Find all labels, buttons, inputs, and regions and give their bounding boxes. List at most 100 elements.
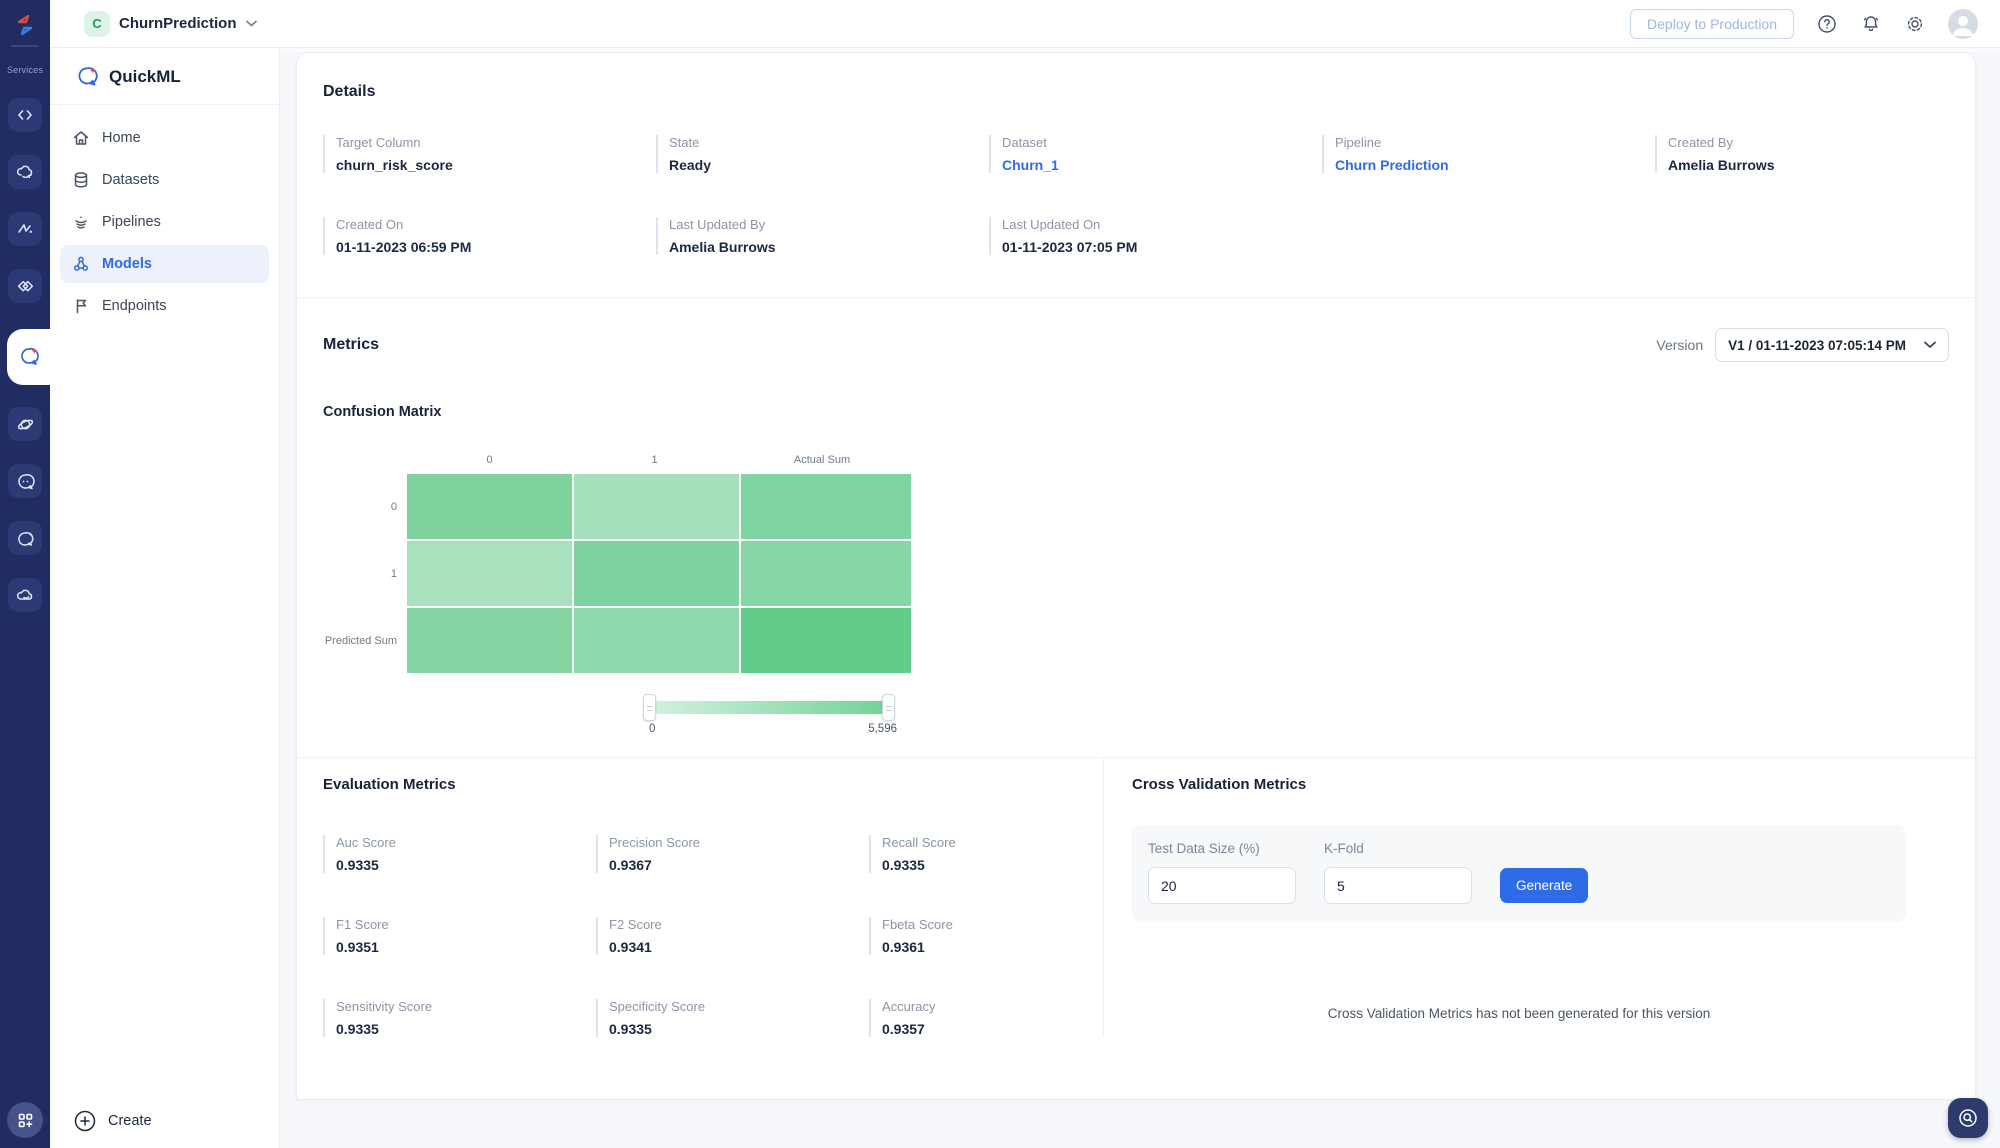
cloud-icon[interactable]	[8, 578, 42, 612]
globe-orbit-icon[interactable]	[8, 407, 42, 441]
matrix-cell[interactable]	[574, 541, 739, 606]
zia-icon[interactable]	[8, 212, 42, 246]
details-row-2: Created On 01-11-2023 06:59 PM Last Upda…	[323, 217, 1949, 255]
sidebar-item-datasets[interactable]: Datasets	[60, 161, 269, 199]
settings-gear-icon[interactable]	[1904, 13, 1926, 35]
sidebar-item-label: Datasets	[102, 172, 160, 188]
row-label: 1	[390, 567, 397, 580]
sidebar-item-models[interactable]: Models	[60, 245, 269, 283]
project-name: ChurnPrediction	[119, 15, 237, 32]
topbar-actions: Deploy to Production	[1630, 8, 2000, 39]
sidebar-item-label: Endpoints	[102, 298, 167, 314]
kfold-input[interactable]	[1324, 867, 1472, 904]
create-button[interactable]: Create	[74, 1110, 152, 1132]
test-data-size-group: Test Data Size (%)	[1148, 841, 1296, 904]
evaluation-metric-item: Specificity Score 0.9335	[596, 999, 869, 1037]
section-divider	[297, 297, 1975, 298]
metric-value: 0.9335	[336, 857, 379, 873]
help-icon[interactable]	[1816, 13, 1838, 35]
field-dataset: Dataset Churn_1	[989, 135, 1322, 173]
matrix-cell[interactable]	[574, 474, 739, 539]
model-detail-card: Details Target Column churn_risk_score S…	[296, 52, 1976, 1100]
matrix-cell[interactable]	[407, 541, 572, 606]
metrics-heading: Metrics	[323, 336, 380, 353]
metric-value: 0.9335	[882, 857, 925, 873]
confusion-matrix: 0 1 Actual Sum 0 1 Predicted Sum	[323, 454, 1949, 673]
quickml-icon[interactable]	[7, 329, 50, 385]
create-label: Create	[108, 1113, 152, 1129]
metric-value: 0.9351	[336, 939, 379, 955]
dataset-link[interactable]: Churn_1	[1002, 157, 1322, 173]
kfold-group: K-Fold	[1324, 841, 1472, 904]
generate-button[interactable]: Generate	[1500, 868, 1589, 903]
cross-validation-heading: Cross Validation Metrics	[1132, 776, 1307, 793]
sidebar-item-pipelines[interactable]: Pipelines	[60, 203, 269, 241]
evaluation-metric-item: Recall Score 0.9335	[869, 835, 1099, 873]
quickml-sidebar: QuickML Home Datasets Pipelines Models E…	[50, 0, 280, 1148]
apps-grid-icon[interactable]	[7, 1102, 43, 1138]
cloud-sync-icon[interactable]	[8, 155, 42, 189]
endpoints-icon	[76, 299, 87, 314]
field-value: 01-11-2023 06:59 PM	[336, 239, 472, 255]
evaluation-metrics-heading: Evaluation Metrics	[323, 776, 456, 793]
col-label: Actual Sum	[793, 454, 851, 466]
scale-max-label: 5,596	[868, 723, 897, 735]
evaluation-metric-item: Sensitivity Score 0.9335	[323, 999, 596, 1037]
cross-validation-empty-message: Cross Validation Metrics has not been ge…	[1327, 1006, 1711, 1021]
code-icon[interactable]	[8, 98, 42, 132]
quickml-logo-icon	[78, 67, 98, 86]
catalyst-logo-icon[interactable]	[9, 9, 41, 41]
matrix-cell[interactable]	[741, 608, 911, 673]
evaluation-metrics-grid: Auc Score 0.9335 Precision Score 0.9367 Reca…	[323, 835, 1103, 1037]
bot-chat-icon[interactable]	[8, 464, 42, 498]
sidebar-item-endpoints[interactable]: Endpoints	[60, 287, 269, 325]
notifications-bell-icon[interactable]	[1860, 13, 1882, 35]
slider-track[interactable]	[649, 701, 889, 714]
field-value: Amelia Burrows	[1668, 157, 1775, 173]
slider-handle-min[interactable]	[643, 694, 656, 721]
project-switcher[interactable]: C ChurnPrediction	[84, 10, 257, 37]
floating-search-button[interactable]	[1948, 1098, 1988, 1138]
field-label: Created On	[336, 217, 404, 232]
confusion-matrix-title: Confusion Matrix	[323, 404, 442, 420]
metric-value: 0.9357	[882, 1021, 925, 1037]
evaluation-metric-item: F1 Score 0.9351	[323, 917, 596, 955]
matrix-cell[interactable]	[574, 608, 739, 673]
chat-sparkle-icon[interactable]	[8, 521, 42, 555]
sidebar-item-home[interactable]: Home	[60, 119, 269, 157]
evaluation-metric-item: Accuracy 0.9357	[869, 999, 1099, 1037]
test-data-size-label: Test Data Size (%)	[1148, 841, 1260, 856]
deploy-to-production-button[interactable]: Deploy to Production	[1630, 8, 1794, 39]
home-icon	[73, 131, 89, 145]
deploy-diamonds-icon[interactable]	[8, 269, 42, 303]
details-row-1: Target Column churn_risk_score State Rea…	[323, 135, 1949, 173]
metric-label: Accuracy	[882, 999, 936, 1014]
main-content: Churn Prediction model Edit ••• Details …	[280, 0, 2000, 1148]
test-data-size-input[interactable]	[1148, 867, 1296, 904]
project-initial-badge: C	[84, 10, 110, 37]
matrix-cell[interactable]	[741, 541, 911, 606]
version-dropdown[interactable]: V1 / 01-11-2023 07:05:14 PM	[1715, 328, 1949, 362]
metrics-bottom-section: Evaluation Metrics Auc Score 0.9335 Precis…	[297, 757, 1975, 1037]
sidebar-item-label: Models	[102, 256, 152, 272]
slider-handle-max[interactable]	[882, 694, 895, 721]
kfold-label: K-Fold	[1324, 841, 1364, 856]
pipeline-link[interactable]: Churn Prediction	[1335, 157, 1655, 173]
version-selector-wrap: Version V1 / 01-11-2023 07:05:14 PM	[1656, 328, 1949, 362]
user-avatar[interactable]	[1948, 8, 1978, 39]
field-label: Pipeline	[1335, 135, 1382, 150]
sidebar-item-label: Pipelines	[102, 214, 161, 230]
service-rail: Services	[0, 0, 50, 1148]
matrix-cell[interactable]	[407, 474, 572, 539]
confusion-matrix-grid	[407, 474, 911, 673]
field-value: churn_risk_score	[336, 157, 453, 173]
datasets-icon	[74, 172, 88, 188]
row-label: 0	[390, 500, 397, 513]
col-label: 1	[651, 454, 658, 466]
scale-min-label: 0	[649, 723, 656, 735]
matrix-cell[interactable]	[407, 608, 572, 673]
matrix-cell[interactable]	[741, 474, 911, 539]
field-last-updated-on: Last Updated On 01-11-2023 07:05 PM	[989, 217, 1322, 255]
row-label: Predicted Sum	[324, 634, 397, 647]
cross-validation-section: Cross Validation Metrics Test Data Size …	[1104, 758, 1975, 1037]
